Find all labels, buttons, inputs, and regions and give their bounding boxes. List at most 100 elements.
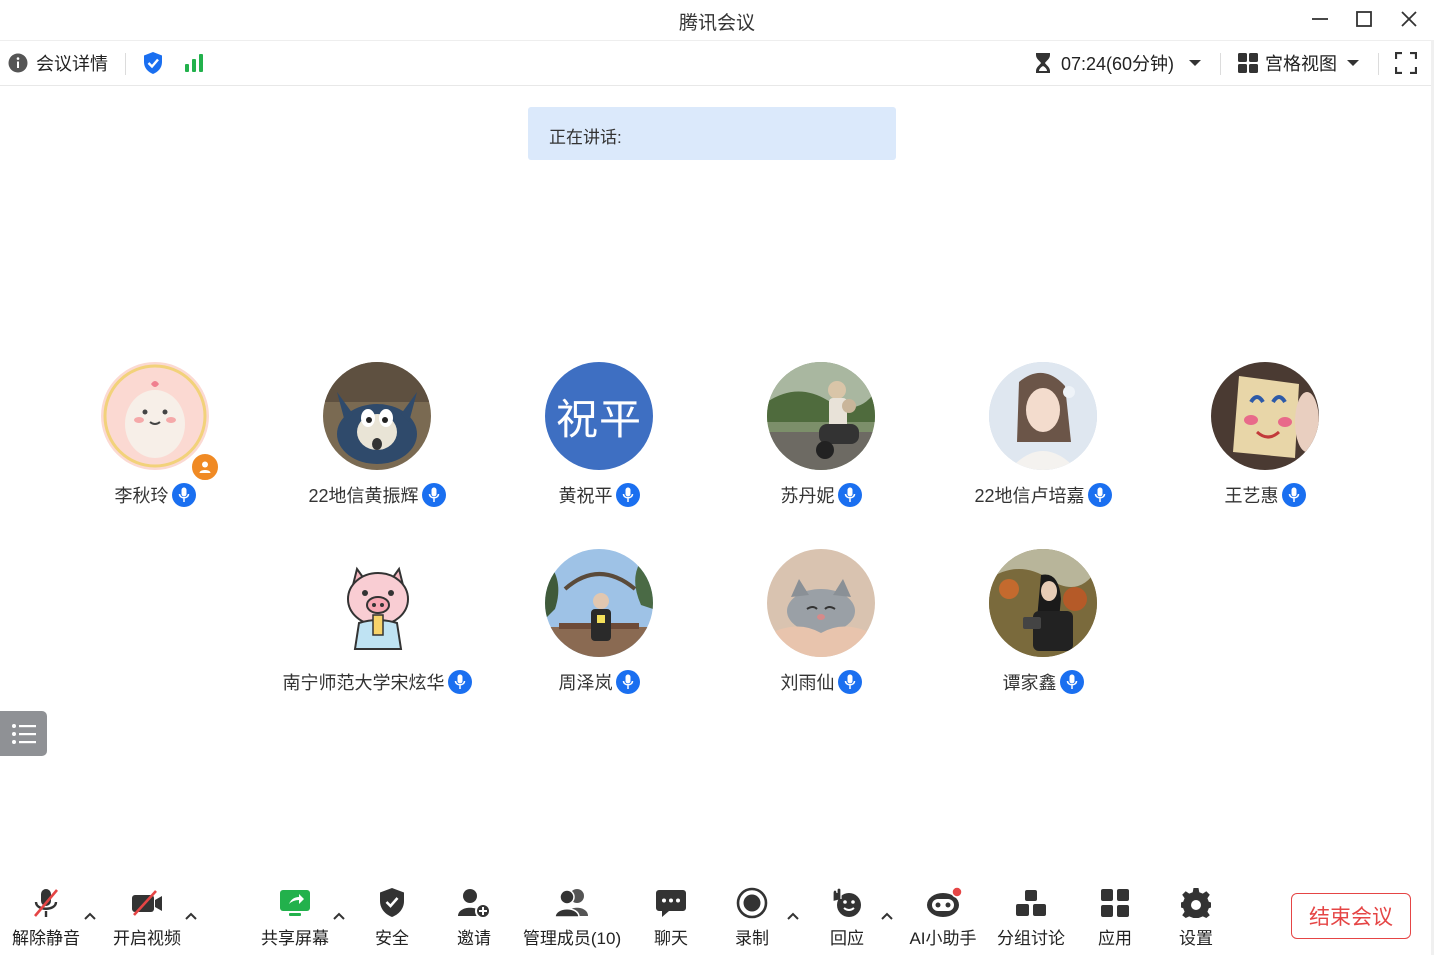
- meeting-info-label: 会议详情: [36, 54, 108, 74]
- chat-bubble-icon: [656, 890, 686, 917]
- view-mode-label: 宫格视图: [1265, 54, 1337, 74]
- security-button[interactable]: 安全: [362, 882, 422, 952]
- meeting-timer[interactable]: 07:24(60分钟): [1034, 41, 1202, 85]
- avatar: [989, 362, 1097, 470]
- participant-name: 黄祝平: [558, 486, 613, 506]
- avatar: [767, 549, 875, 657]
- microphone-icon: [1281, 483, 1306, 507]
- participant-name-row: 苏丹妮: [711, 482, 931, 508]
- close-button[interactable]: [1394, 6, 1424, 32]
- meeting-info-button[interactable]: 会议详情: [8, 41, 108, 85]
- avatar: [323, 549, 431, 657]
- microphone-icon: [615, 670, 640, 694]
- hourglass-icon: [1036, 53, 1050, 73]
- meeting-toolbar: 会议详情 07:24(60分钟) 宫格视图: [0, 41, 1434, 86]
- participant-name: 王艺惠: [1224, 486, 1279, 506]
- microphone-icon: [171, 483, 196, 507]
- apps-grid-icon: [1101, 889, 1129, 917]
- camera-off-icon: [132, 890, 162, 916]
- participant-tile[interactable]: 祝平 黄祝平: [489, 362, 709, 512]
- invite-person-icon: [458, 889, 491, 919]
- record-icon: [736, 887, 768, 919]
- participant-tile[interactable]: 李秋玲: [45, 362, 265, 512]
- title-bar: 腾讯会议: [0, 0, 1434, 41]
- view-mode-dropdown[interactable]: 宫格视图: [1238, 41, 1360, 85]
- member-list-toggle[interactable]: [0, 711, 47, 756]
- participant-name-row: 22地信卢培嘉: [933, 482, 1153, 508]
- share-options-caret[interactable]: [329, 906, 349, 926]
- participant-tile[interactable]: 谭家鑫: [933, 549, 1153, 699]
- participant-tile[interactable]: 22地信黄振辉: [267, 362, 487, 512]
- avatar: [1211, 362, 1319, 470]
- manage-members-button[interactable]: 管理成员(10): [518, 882, 626, 952]
- reactions-options-caret[interactable]: [877, 906, 897, 926]
- fullscreen-icon: [1395, 52, 1417, 74]
- avatar: [989, 549, 1097, 657]
- divider: [1220, 53, 1221, 75]
- chevron-up-icon: [881, 912, 893, 920]
- participant-name: 刘雨仙: [780, 673, 835, 693]
- signal-bars-icon: [185, 54, 203, 72]
- avatar: 祝平: [545, 362, 653, 470]
- security-label: 安全: [375, 929, 409, 948]
- ai-assistant-button[interactable]: AI小助手: [905, 882, 981, 952]
- participant-tile[interactable]: 苏丹妮: [711, 362, 931, 512]
- share-screen-button[interactable]: 共享屏幕: [255, 882, 335, 952]
- video-options-caret[interactable]: [181, 906, 201, 926]
- participant-name-row: 李秋玲: [45, 482, 265, 508]
- chevron-up-icon: [84, 912, 96, 920]
- speaking-label: 正在讲话:: [549, 128, 622, 147]
- participant-name-row: 刘雨仙: [711, 669, 931, 695]
- reactions-label: 回应: [830, 929, 864, 948]
- host-person-icon: [199, 461, 211, 473]
- info-icon: [8, 53, 28, 73]
- invite-button[interactable]: 邀请: [444, 882, 504, 952]
- participant-tile[interactable]: 王艺惠: [1155, 362, 1375, 512]
- timer-text: 07:24(60分钟): [1061, 54, 1175, 74]
- settings-button[interactable]: 设置: [1166, 882, 1226, 952]
- chevron-up-icon: [787, 912, 799, 920]
- participant-tile[interactable]: 刘雨仙: [711, 549, 931, 699]
- minimize-button[interactable]: [1305, 6, 1335, 32]
- share-screen-label: 共享屏幕: [261, 929, 329, 948]
- audio-options-caret[interactable]: [80, 906, 100, 926]
- shield-icon: [380, 888, 404, 917]
- unmute-button[interactable]: 解除静音: [6, 882, 86, 952]
- shield-check-icon: [144, 52, 162, 74]
- participant-name: 22地信黄振辉: [308, 486, 419, 506]
- participant-name-row: 谭家鑫: [933, 669, 1153, 695]
- close-icon: [1401, 11, 1417, 27]
- unmute-label: 解除静音: [12, 929, 80, 948]
- grid-view-icon: [1238, 53, 1258, 73]
- security-status-button[interactable]: [142, 41, 164, 85]
- ai-assistant-icon: [927, 887, 963, 917]
- avatar-initials: 祝平: [555, 395, 642, 443]
- fullscreen-button[interactable]: [1395, 41, 1417, 85]
- breakout-rooms-icon: [1016, 890, 1046, 916]
- participant-name-row: 黄祝平: [489, 482, 709, 508]
- participant-name: 谭家鑫: [1002, 673, 1057, 693]
- participant-tile[interactable]: 南宁师范大学宋炫华: [267, 549, 487, 699]
- breakout-rooms-button[interactable]: 分组讨论: [992, 882, 1070, 952]
- reactions-button[interactable]: 回应: [817, 882, 877, 952]
- record-label: 录制: [735, 929, 769, 948]
- settings-label: 设置: [1179, 929, 1213, 948]
- record-options-caret[interactable]: [783, 906, 803, 926]
- apps-button[interactable]: 应用: [1085, 882, 1145, 952]
- participant-tile[interactable]: 周泽岚: [489, 549, 709, 699]
- chat-button[interactable]: 聊天: [641, 882, 701, 952]
- participant-tile[interactable]: 22地信卢培嘉: [933, 362, 1153, 512]
- avatar: [101, 362, 209, 470]
- chevron-down-icon: [1189, 60, 1202, 66]
- reaction-smile-icon: [832, 887, 861, 917]
- start-video-button[interactable]: 开启视频: [106, 882, 188, 952]
- host-badge: [190, 452, 220, 482]
- end-meeting-button[interactable]: 结束会议: [1291, 893, 1411, 939]
- record-button[interactable]: 录制: [722, 882, 782, 952]
- manage-members-label: 管理成员(10): [522, 929, 622, 948]
- microphone-icon: [447, 670, 472, 694]
- divider: [125, 53, 126, 75]
- ai-assistant-label: AI小助手: [909, 929, 977, 948]
- maximize-button[interactable]: [1349, 6, 1379, 32]
- network-signal-button[interactable]: [184, 41, 206, 85]
